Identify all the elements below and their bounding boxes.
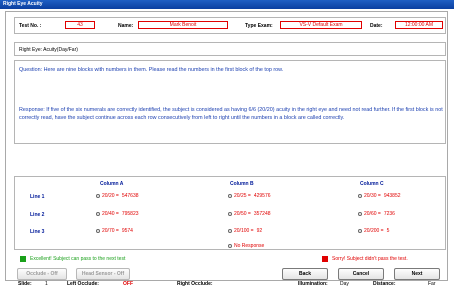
radio-icon bbox=[228, 211, 232, 216]
radio-icon bbox=[228, 243, 232, 248]
option-20-30[interactable]: 20/30 = 943852 bbox=[358, 193, 401, 199]
occlude-button[interactable]: Occlude - Off bbox=[17, 268, 67, 280]
radio-icon bbox=[96, 228, 100, 233]
line-2-label: Line 2 bbox=[30, 212, 45, 218]
window-title: Right Eye Acuity bbox=[0, 0, 454, 9]
fail-message: Sorry! Subject didn't pass the test. bbox=[332, 256, 408, 262]
option-20-50[interactable]: 20/50 = 357248 bbox=[228, 211, 271, 217]
column-b-header: Column B bbox=[230, 181, 254, 187]
name-field: Mark Benoit bbox=[138, 21, 228, 29]
illumination-value: Day bbox=[340, 281, 349, 287]
distance-label: Distance: bbox=[373, 281, 396, 287]
date-field: 12:00:00 AM bbox=[395, 21, 443, 29]
option-20-70[interactable]: 20/70 = 9574 bbox=[96, 228, 133, 234]
left-occlude-value: OFF bbox=[123, 281, 133, 287]
column-c-header: Column C bbox=[360, 181, 384, 187]
test-no-label: Test No. : bbox=[19, 23, 42, 29]
date-label: Date: bbox=[370, 23, 383, 29]
slide-label: Slide: bbox=[18, 281, 32, 287]
option-20-25[interactable]: 20/25 = 429576 bbox=[228, 193, 271, 199]
radio-icon bbox=[228, 193, 232, 198]
name-label: Name: bbox=[118, 23, 134, 29]
option-20-200[interactable]: 20/200 = 5 bbox=[358, 228, 389, 234]
distance-value: Far bbox=[428, 281, 436, 287]
question-text: Question: Here are nine blocks with numb… bbox=[19, 67, 284, 73]
fail-indicator bbox=[322, 256, 328, 262]
right-occlude-label: Right Occlude: bbox=[177, 281, 213, 287]
section-title: Right Eye: Acuity(Day/Far) bbox=[19, 47, 78, 53]
section-title-box bbox=[14, 42, 446, 56]
radio-icon bbox=[96, 211, 100, 216]
column-a-header: Column A bbox=[100, 181, 124, 187]
next-button[interactable]: Next bbox=[394, 268, 440, 280]
radio-icon bbox=[358, 228, 362, 233]
illumination-label: Illumination: bbox=[298, 281, 328, 287]
option-20-20[interactable]: 20/20 = 547638 bbox=[96, 193, 139, 199]
back-button[interactable]: Back bbox=[282, 268, 328, 280]
response-text: Response: If five of the six numerals ar… bbox=[19, 107, 443, 121]
option-no-response[interactable]: No Response bbox=[228, 243, 264, 249]
line-3-label: Line 3 bbox=[30, 229, 45, 235]
radio-icon bbox=[228, 228, 232, 233]
pass-message: Excellent! Subject can pass to the next … bbox=[30, 256, 126, 262]
cancel-button[interactable]: Cancel bbox=[338, 268, 384, 280]
type-exam-field: VS-V Default Exam bbox=[280, 21, 362, 29]
radio-icon bbox=[358, 193, 362, 198]
radio-icon bbox=[96, 193, 100, 198]
option-20-100[interactable]: 20/100 = 92 bbox=[228, 228, 262, 234]
test-no-field: 43 bbox=[65, 21, 95, 29]
slide-value: 1 bbox=[45, 281, 48, 287]
option-20-60[interactable]: 20/60 = 7236 bbox=[358, 211, 395, 217]
line-1-label: Line 1 bbox=[30, 194, 45, 200]
type-exam-label: Type Exam: bbox=[245, 23, 273, 29]
pass-indicator bbox=[20, 256, 26, 262]
left-occlude-label: Left Occlude: bbox=[67, 281, 99, 287]
option-20-40[interactable]: 20/40 = 795823 bbox=[96, 211, 139, 217]
radio-icon bbox=[358, 211, 362, 216]
head-sensor-button[interactable]: Head Sensor - Off bbox=[76, 268, 130, 280]
